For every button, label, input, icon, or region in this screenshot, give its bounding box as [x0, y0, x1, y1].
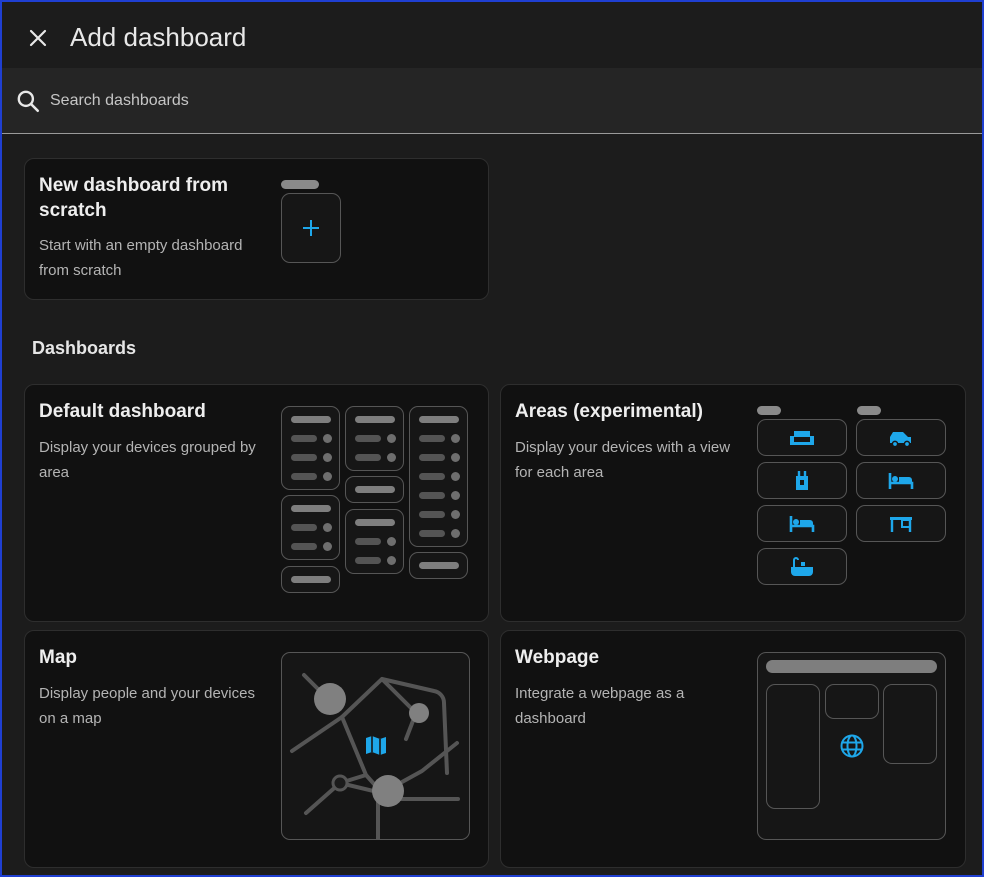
map-icon: [364, 733, 388, 762]
card-title: Map: [39, 647, 77, 668]
preview-entities-card: [409, 406, 468, 547]
plus-icon: [281, 193, 341, 263]
preview-entities-card: [345, 509, 404, 574]
dialog-title: Add dashboard: [70, 22, 247, 52]
card-description: Integrate a webpage as a dashboard: [515, 685, 685, 727]
bed-icon: [757, 505, 847, 542]
card-description: Start with an empty dashboard from scrat…: [39, 237, 243, 279]
card-description: Display your devices grouped by area: [39, 439, 256, 481]
card-title: Default dashboard: [39, 401, 206, 422]
map-preview: [281, 652, 470, 840]
areas-dashboard-card[interactable]: Areas (experimental) Display your device…: [500, 384, 966, 622]
bed-icon: [856, 462, 946, 499]
webpage-dashboard-card[interactable]: Webpage Integrate a webpage as a dashboa…: [500, 630, 966, 868]
desk-icon: [856, 505, 946, 542]
close-icon: [29, 29, 47, 47]
close-button[interactable]: [24, 24, 52, 52]
map-dashboard-card[interactable]: Map Display people and your devices on a…: [24, 630, 489, 868]
section-title: Dashboards: [32, 338, 137, 358]
dialog-header: Add dashboard: [2, 2, 982, 68]
preview-entities-card: [281, 406, 340, 490]
bathtub-icon: [757, 548, 847, 585]
fridge-icon: [757, 462, 847, 499]
search-icon: [17, 90, 40, 113]
car-icon: [856, 419, 946, 456]
card-description: Display your devices with a view for eac…: [515, 439, 731, 481]
card-description: Display people and your devices on a map: [39, 685, 255, 727]
search-bar: [2, 68, 982, 134]
search-input[interactable]: [50, 86, 950, 116]
new-dashboard-card[interactable]: New dashboard from scratch Start with an…: [24, 158, 489, 300]
add-dashboard-dialog: Add dashboard New dashboard from scratch…: [0, 0, 984, 877]
card-title: New dashboard from scratch: [39, 175, 228, 221]
preview-entities-card: [281, 495, 340, 560]
globe-icon: [839, 733, 865, 764]
card-title: Webpage: [515, 647, 600, 668]
default-dashboard-card[interactable]: Default dashboard Display your devices g…: [24, 384, 489, 622]
preview-label-bar: [757, 406, 781, 415]
webpage-preview: [757, 652, 946, 840]
preview-button-card: [345, 476, 404, 503]
card-title: Areas (experimental): [515, 401, 703, 422]
preview-entities-card: [345, 406, 404, 471]
preview-label-bar: [857, 406, 881, 415]
sofa-icon: [757, 419, 847, 456]
preview-button-card: [281, 566, 340, 593]
preview-label-bar: [281, 180, 319, 189]
preview-button-card: [409, 552, 468, 579]
